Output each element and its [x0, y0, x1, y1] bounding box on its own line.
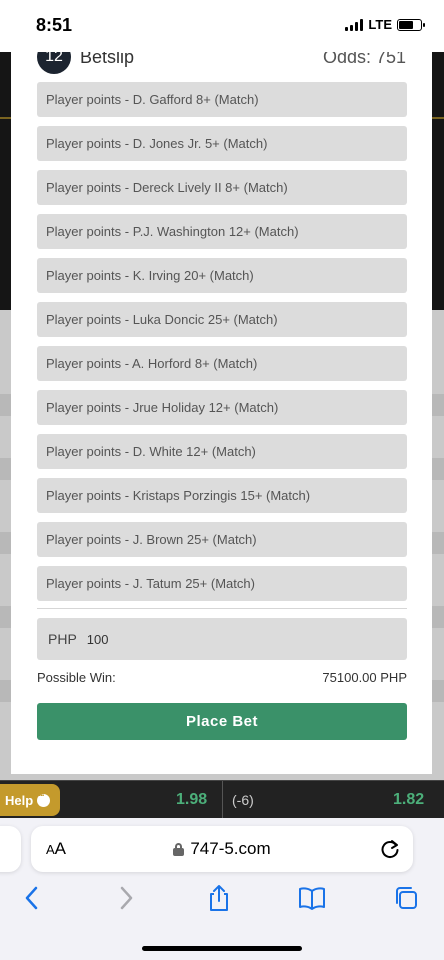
- tabs-icon: [396, 887, 417, 909]
- help-button[interactable]: Help: [0, 784, 60, 816]
- selection-item[interactable]: Player points - P.J. Washington 12+ (Mat…: [37, 214, 407, 249]
- share-button[interactable]: [205, 884, 233, 912]
- url-display[interactable]: 747-5.com: [31, 826, 413, 872]
- url-text: 747-5.com: [190, 839, 271, 858]
- signal-icon: [345, 18, 364, 31]
- selection-item[interactable]: Player points - Dereck Lively II 8+ (Mat…: [37, 170, 407, 205]
- currency-label: PHP: [48, 631, 77, 647]
- selection-count-badge: 12: [37, 52, 71, 74]
- status-bar: 8:51 LTE: [0, 0, 444, 52]
- chevron-right-icon: [120, 886, 133, 910]
- share-icon: [210, 885, 228, 911]
- handicap-label: (-6): [232, 792, 254, 808]
- market-divider: [222, 781, 223, 818]
- selection-item[interactable]: Player points - J. Brown 25+ (Match): [37, 522, 407, 557]
- stake-input[interactable]: [86, 631, 287, 647]
- odds-right[interactable]: 1.82: [393, 791, 424, 809]
- selection-item[interactable]: Player points - Luka Doncic 25+ (Match): [37, 302, 407, 337]
- betslip-header: 12 Betslip Odds: 751: [11, 52, 432, 78]
- selection-item[interactable]: Player points - D. White 12+ (Match): [37, 434, 407, 469]
- address-bar[interactable]: AA 747-5.com: [31, 826, 413, 872]
- book-icon: [299, 887, 325, 910]
- browser-bar: AA 747-5.com: [0, 818, 444, 960]
- status-indicators: LTE: [345, 17, 425, 32]
- forward-button[interactable]: [112, 884, 140, 912]
- selection-item[interactable]: Player points - A. Horford 8+ (Match): [37, 346, 407, 381]
- chat-bubble-icon: [37, 788, 51, 807]
- selection-item[interactable]: Player points - J. Tatum 25+ (Match): [37, 566, 407, 601]
- selection-item[interactable]: Player points - D. Jones Jr. 5+ (Match): [37, 126, 407, 161]
- stake-field[interactable]: PHP: [37, 618, 407, 660]
- browser-toolbar: [0, 884, 444, 920]
- betslip-modal: 12 Betslip Odds: 751 Player points - D. …: [11, 52, 432, 774]
- reload-icon[interactable]: [379, 838, 401, 860]
- possible-win-row: Possible Win: 75100.00 PHP: [37, 670, 407, 685]
- battery-icon: [397, 18, 425, 31]
- lock-icon: [173, 842, 185, 856]
- previous-tab-preview[interactable]: [0, 826, 21, 872]
- place-bet-button[interactable]: Place Bet: [37, 703, 407, 740]
- selection-list: Player points - D. Gafford 8+ (Match) Pl…: [37, 82, 407, 610]
- background-market-row: 1.98 (-6) 1.82: [0, 780, 444, 818]
- divider: [37, 608, 407, 609]
- betslip-title: Betslip: [80, 52, 135, 67]
- total-odds-label: Odds: 751: [322, 52, 406, 67]
- home-indicator[interactable]: [142, 946, 302, 951]
- selection-item[interactable]: Player points - K. Irving 20+ (Match): [37, 258, 407, 293]
- odds-left[interactable]: 1.98: [176, 791, 207, 809]
- status-time: 8:51: [36, 15, 73, 35]
- possible-win-value: 75100.00 PHP: [322, 670, 407, 685]
- tabs-button[interactable]: [392, 884, 420, 912]
- selection-item[interactable]: Player points - D. Gafford 8+ (Match): [37, 82, 407, 117]
- possible-win-label: Possible Win:: [37, 670, 116, 685]
- selection-item[interactable]: Player points - Jrue Holiday 12+ (Match): [37, 390, 407, 425]
- selection-item[interactable]: Player points - Kristaps Porzingis 15+ (…: [37, 478, 407, 513]
- back-button[interactable]: [18, 884, 46, 912]
- help-label: Help: [5, 792, 34, 808]
- bookmarks-button[interactable]: [298, 884, 326, 912]
- network-label: LTE: [368, 17, 392, 32]
- chevron-left-icon: [25, 886, 38, 910]
